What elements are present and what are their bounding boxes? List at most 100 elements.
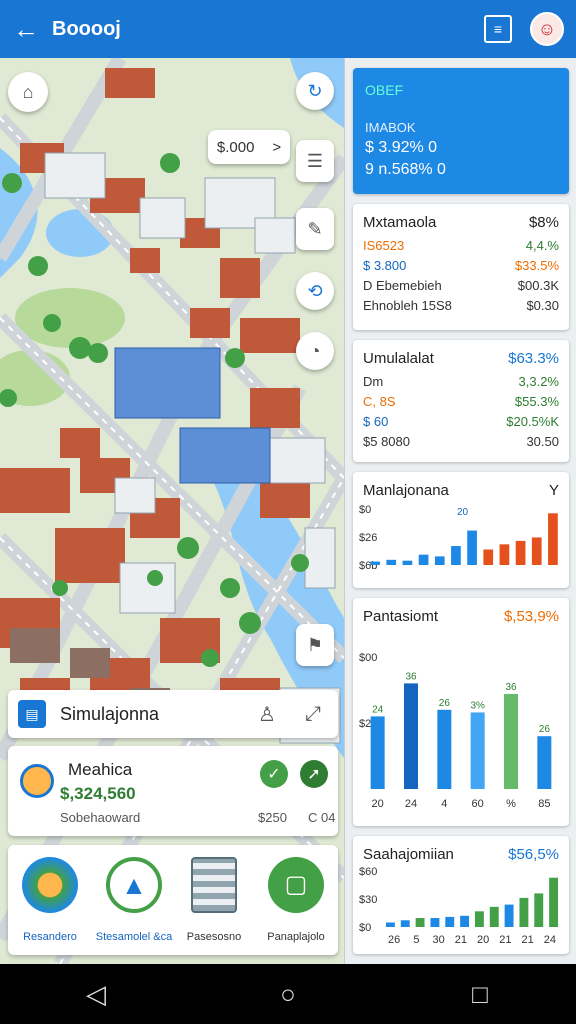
building-stat-a: $250 bbox=[258, 810, 287, 825]
stat-row: $ 60 $20.5%K bbox=[353, 414, 569, 429]
tile-buildings[interactable]: Pasesosno bbox=[172, 853, 256, 953]
summary-title: OBEF bbox=[365, 82, 404, 98]
data-label: 3% bbox=[470, 700, 485, 711]
tile-label: Stesamolel &ca bbox=[95, 931, 173, 943]
summary-card[interactable]: OBEF IMABOK $ 3.92% 0 9 n.568% 0 bbox=[353, 68, 569, 194]
x-tick-label: 24 bbox=[405, 798, 417, 810]
stat-row: D Ebemebieh $00.3K bbox=[353, 278, 569, 293]
x-tick-label: 60 bbox=[472, 798, 484, 810]
arrow-left-icon[interactable]: ← bbox=[0, 0, 52, 58]
chart-bar bbox=[451, 546, 461, 565]
stat-label: D Ebemebieh bbox=[363, 278, 442, 293]
stat-row: Ehnobleh 15S8 $0.30 bbox=[353, 298, 569, 313]
chart-bar bbox=[537, 736, 552, 789]
building-stat-b: C 04 bbox=[308, 810, 336, 825]
check-icon[interactable]: ✓ bbox=[260, 760, 288, 788]
x-tick-label: 4 bbox=[441, 798, 447, 810]
list-icon: ▤ bbox=[18, 700, 46, 728]
tools-icon[interactable]: ✎ bbox=[296, 208, 334, 250]
simulation-search-bar[interactable]: ▤ Simulajonna ♙ ⤢ bbox=[8, 690, 338, 738]
chart-bar bbox=[548, 513, 558, 565]
chart-bar bbox=[470, 712, 485, 789]
price-chip[interactable]: $.000 > bbox=[208, 130, 290, 164]
chart-bar bbox=[489, 906, 499, 927]
chart-bar bbox=[483, 549, 494, 565]
flag-icon[interactable]: ⚑ bbox=[296, 624, 334, 666]
stat-row: $ 3.800 $33.5% bbox=[353, 258, 569, 273]
services-icon: ▲ bbox=[106, 857, 162, 913]
chart-card-2[interactable]: Pantasiomt $,53,9% $00 $20 24 36 26 3% 36 26 20 2… bbox=[353, 598, 569, 826]
monitor-icon: ▢ bbox=[268, 857, 324, 913]
nav-recent-icon[interactable]: □ bbox=[450, 979, 510, 1010]
search-label: Simulajonna bbox=[60, 703, 160, 724]
chart-bar bbox=[467, 530, 477, 565]
nav-home-icon[interactable]: ○ bbox=[258, 979, 318, 1010]
stat-value: 3,3.2% bbox=[518, 374, 559, 389]
document-icon[interactable]: ≡ bbox=[484, 15, 512, 43]
app-title: Booooj bbox=[52, 17, 121, 40]
chart-bar bbox=[418, 554, 429, 565]
user-avatar-icon[interactable]: ☺ bbox=[530, 12, 564, 46]
chart-bar bbox=[474, 911, 484, 927]
stats-panel: OBEF IMABOK $ 3.92% 0 9 n.568% 0 Mxtamao… bbox=[344, 58, 576, 964]
stat-row: C, 8S $55.3% bbox=[353, 394, 569, 409]
tile-services[interactable]: ▲ Stesamolel &ca bbox=[92, 853, 176, 953]
y-tick-label: $00 bbox=[359, 652, 377, 664]
rotate-icon[interactable]: ⟲ bbox=[296, 272, 334, 310]
residential-icon bbox=[22, 857, 78, 913]
app-bar: ← Booooj ≡ ☺ bbox=[0, 0, 576, 58]
tile-residential[interactable]: Resandero bbox=[8, 853, 92, 953]
nav-back-icon[interactable]: ◁ bbox=[66, 979, 126, 1010]
person-icon[interactable]: ♙ bbox=[252, 702, 282, 727]
data-label: 20 bbox=[457, 507, 469, 518]
card-title-value: $63.3% bbox=[508, 350, 559, 367]
card-title-value: $56,5% bbox=[508, 846, 559, 863]
chart-bar bbox=[519, 897, 529, 927]
tile-plans[interactable]: ▢ Panaplajolo bbox=[254, 853, 338, 953]
x-tick-label: 21 bbox=[455, 934, 467, 946]
chart-bar bbox=[504, 693, 518, 789]
expand-icon[interactable]: ⤢ bbox=[298, 703, 328, 726]
stat-value: $33.5% bbox=[514, 258, 559, 273]
stat-row: $5 8080 30.50 bbox=[353, 434, 569, 449]
chart-bar bbox=[504, 904, 514, 927]
building-avatar-icon bbox=[20, 764, 54, 798]
document-layer-icon[interactable]: ☰ bbox=[296, 140, 334, 182]
building-value: $,324,560 bbox=[60, 784, 136, 803]
chart-title: Saahajomiian bbox=[363, 846, 454, 863]
compass-icon[interactable]: ➚ bbox=[300, 760, 328, 788]
stats-card-2[interactable]: Umulalalat $63.3% Dm 3,3.2% C, 8S $55.3% $ 6… bbox=[353, 340, 569, 462]
home-marker-icon[interactable]: ⌂ bbox=[8, 72, 48, 112]
chart-bar bbox=[400, 920, 410, 927]
refresh-icon[interactable]: ↻ bbox=[296, 72, 334, 110]
chart-bar bbox=[404, 683, 418, 789]
tile-label: Pasesosno bbox=[186, 931, 242, 943]
y-tick-label: $0 bbox=[359, 504, 371, 516]
building-subtitle: Sobehaoward bbox=[60, 810, 141, 825]
y-tick-label: $30 bbox=[359, 894, 377, 906]
card-title: Umulalalat bbox=[363, 350, 434, 367]
stats-card-1[interactable]: Mxtamaola $8% IS6523 4,4.% $ 3.800 $33.5% D … bbox=[353, 204, 569, 330]
y-tick-label: $60 bbox=[359, 866, 377, 878]
chart-title: Pantasiomt bbox=[363, 608, 439, 625]
chart-bar bbox=[434, 556, 445, 565]
bar-chart-1: $0$26$6b20 bbox=[359, 504, 558, 572]
stat-label: IS6523 bbox=[363, 238, 405, 253]
chart-bar bbox=[402, 560, 413, 565]
chart-bar bbox=[534, 893, 544, 927]
chart-card-1[interactable]: Manlajonana Y $0 $26 $6b 20 bbox=[353, 472, 569, 588]
card-title: Mxtamaola bbox=[363, 214, 437, 231]
x-tick-label: 5 bbox=[413, 934, 419, 946]
selected-building-card[interactable]: Meahica $,324,560 Sobehaoward $250 C 04 … bbox=[8, 746, 338, 836]
stat-value: $20.5%K bbox=[506, 414, 559, 429]
chart-card-3[interactable]: Saahajomiian $56,5% $60 $30 $0 26 5 30 21 20 21 2… bbox=[353, 836, 569, 954]
data-label: 26 bbox=[539, 724, 551, 735]
pin-icon[interactable]: ◔ bbox=[296, 332, 334, 370]
chevron-right-icon: > bbox=[272, 138, 282, 156]
system-nav-bar: ◁ ○ □ bbox=[0, 964, 576, 1024]
x-tick-label: 21 bbox=[499, 934, 511, 946]
stat-value: 4,4.% bbox=[525, 238, 559, 253]
chart-bar bbox=[415, 918, 425, 927]
stat-rows: Dm 3,3.2% C, 8S $55.3% $ 60 $20.5%K $5 8080 30.… bbox=[353, 374, 569, 449]
build-menu: Resandero ▲ Stesamolel &ca Pasesosno ▢ P… bbox=[8, 845, 338, 955]
